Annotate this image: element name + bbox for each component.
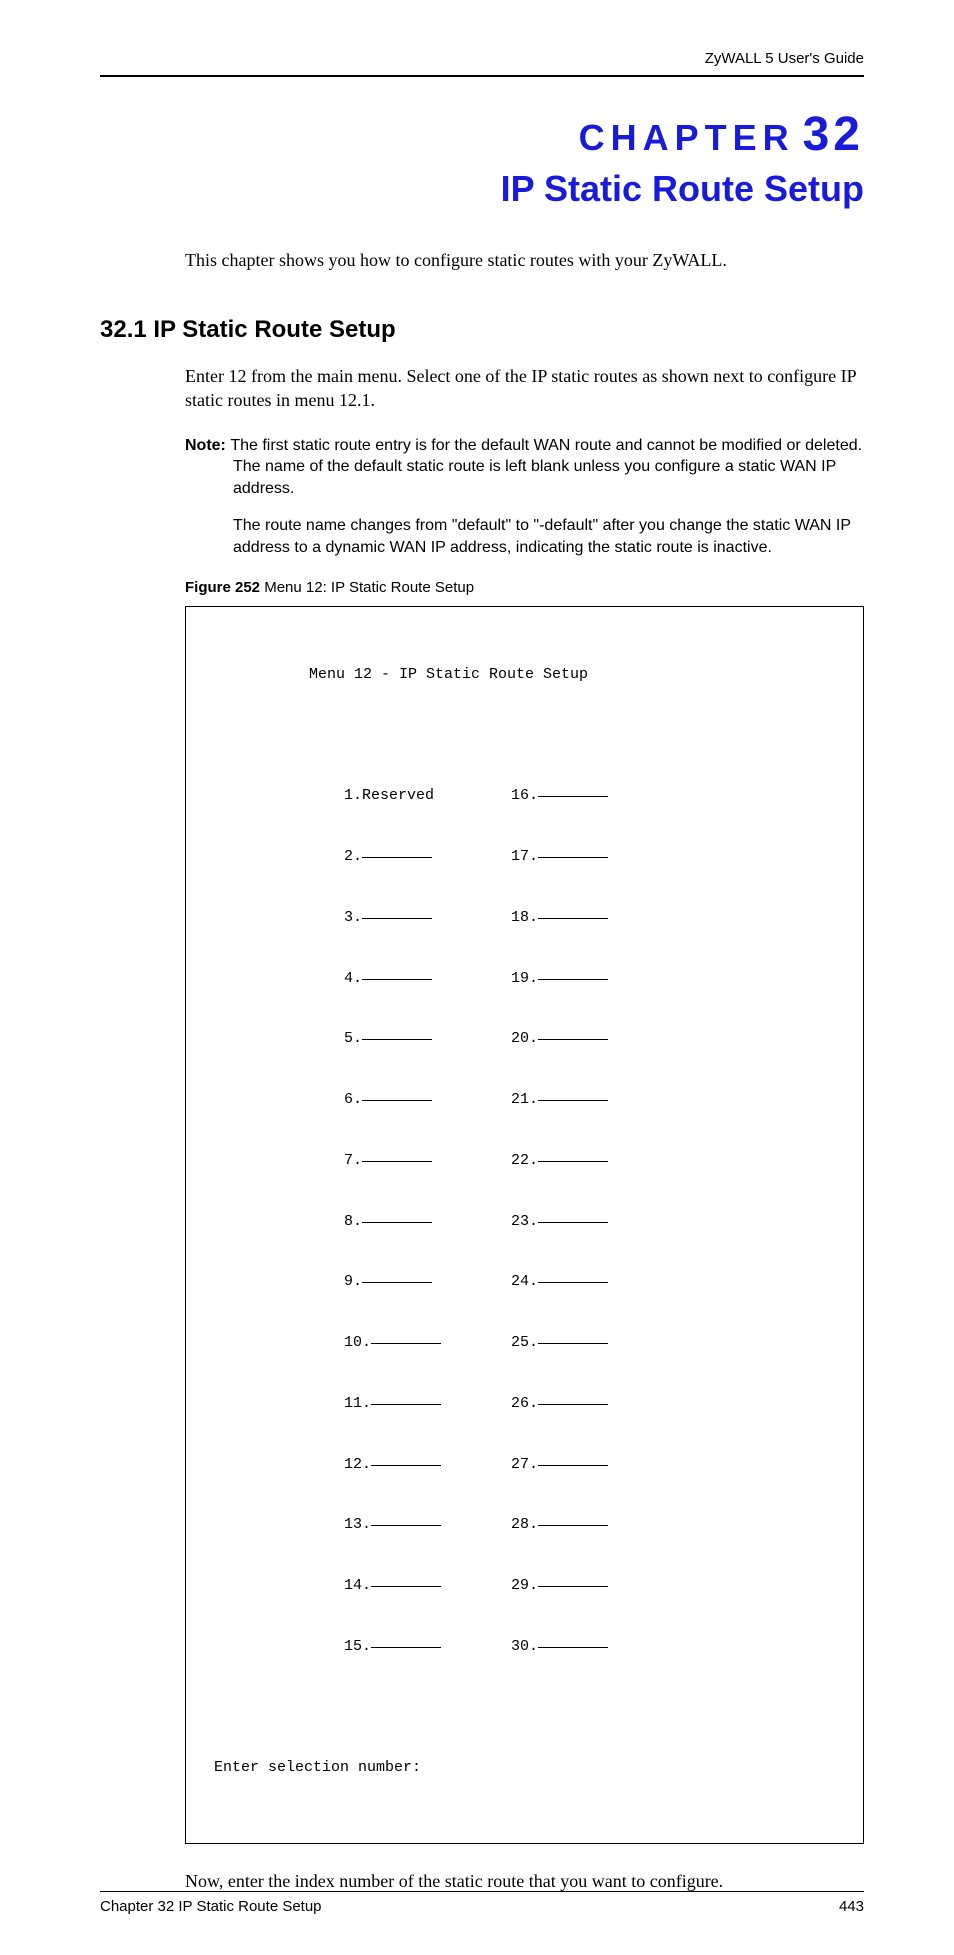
terminal-title: Menu 12 - IP Static Route Setup bbox=[214, 665, 835, 685]
terminal-col-1: 1.Reserved 2. 3. 4. 5. 6. 7. 8. 9. 10. 1… bbox=[344, 746, 441, 1698]
figure-caption-text: Menu 12: IP Static Route Setup bbox=[260, 579, 474, 596]
route-slot: 26. bbox=[511, 1394, 608, 1414]
route-slot: 6. bbox=[344, 1090, 441, 1110]
route-slot: 4. bbox=[344, 969, 441, 989]
route-slot: 20. bbox=[511, 1029, 608, 1049]
figure-caption: Figure 252 Menu 12: IP Static Route Setu… bbox=[185, 579, 864, 596]
route-slot: 8. bbox=[344, 1212, 441, 1232]
chapter-label-word: CHAPTER bbox=[579, 117, 795, 158]
route-slot: 18. bbox=[511, 908, 608, 928]
route-slot: 3. bbox=[344, 908, 441, 928]
route-slot: 15. bbox=[344, 1637, 441, 1657]
page-footer: Chapter 32 IP Static Route Setup 443 bbox=[100, 1891, 864, 1915]
note-body-1: The first static route entry is for the … bbox=[230, 437, 862, 497]
route-slot: 13. bbox=[344, 1515, 441, 1535]
chapter-title: IP Static Route Setup bbox=[100, 168, 864, 210]
route-slot: 7. bbox=[344, 1151, 441, 1171]
route-slot: 16. bbox=[511, 786, 608, 806]
footer-page-number: 443 bbox=[839, 1898, 864, 1915]
route-slot: 9. bbox=[344, 1272, 441, 1292]
chapter-label: CHAPTER32 bbox=[100, 107, 864, 162]
terminal-screen: Menu 12 - IP Static Route Setup 1.Reserv… bbox=[185, 606, 864, 1844]
header-guide-title: ZyWALL 5 User's Guide bbox=[100, 50, 864, 67]
route-slot: 1.Reserved bbox=[344, 786, 441, 806]
route-slot: 19. bbox=[511, 969, 608, 989]
footer-rule bbox=[100, 1891, 864, 1892]
route-slot: 23. bbox=[511, 1212, 608, 1232]
route-slot: 5. bbox=[344, 1029, 441, 1049]
after-figure-text: Now, enter the index number of the stati… bbox=[185, 1869, 864, 1893]
figure-label: Figure 252 bbox=[185, 579, 260, 596]
route-slot: 25. bbox=[511, 1333, 608, 1353]
route-slot: 21. bbox=[511, 1090, 608, 1110]
route-slot: 12. bbox=[344, 1455, 441, 1475]
header-rule bbox=[100, 75, 864, 77]
route-slot: 10. bbox=[344, 1333, 441, 1353]
route-slot: 17. bbox=[511, 847, 608, 867]
route-slot: 28. bbox=[511, 1515, 608, 1535]
chapter-label-number: 32 bbox=[795, 108, 864, 161]
route-slot: 22. bbox=[511, 1151, 608, 1171]
note-block: Note: The first static route entry is fo… bbox=[185, 435, 864, 559]
route-slot: 14. bbox=[344, 1576, 441, 1596]
section-para-1: Enter 12 from the main menu. Select one … bbox=[185, 364, 864, 413]
route-slot: 29. bbox=[511, 1576, 608, 1596]
route-slot: 11. bbox=[344, 1394, 441, 1414]
route-slot: 27. bbox=[511, 1455, 608, 1475]
section-heading: 32.1 IP Static Route Setup bbox=[100, 316, 864, 344]
terminal-prompt: Enter selection number: bbox=[214, 1758, 835, 1778]
route-slot: 24. bbox=[511, 1272, 608, 1292]
note-body-2: The route name changes from "default" to… bbox=[185, 515, 864, 558]
note-label: Note: bbox=[185, 437, 230, 454]
footer-left: Chapter 32 IP Static Route Setup bbox=[100, 1898, 322, 1915]
route-slot: 2. bbox=[344, 847, 441, 867]
chapter-intro: This chapter shows you how to configure … bbox=[185, 250, 864, 271]
terminal-col-2: 16. 17. 18. 19. 20. 21. 22. 23. 24. 25. … bbox=[511, 746, 608, 1698]
route-slot: 30. bbox=[511, 1637, 608, 1657]
